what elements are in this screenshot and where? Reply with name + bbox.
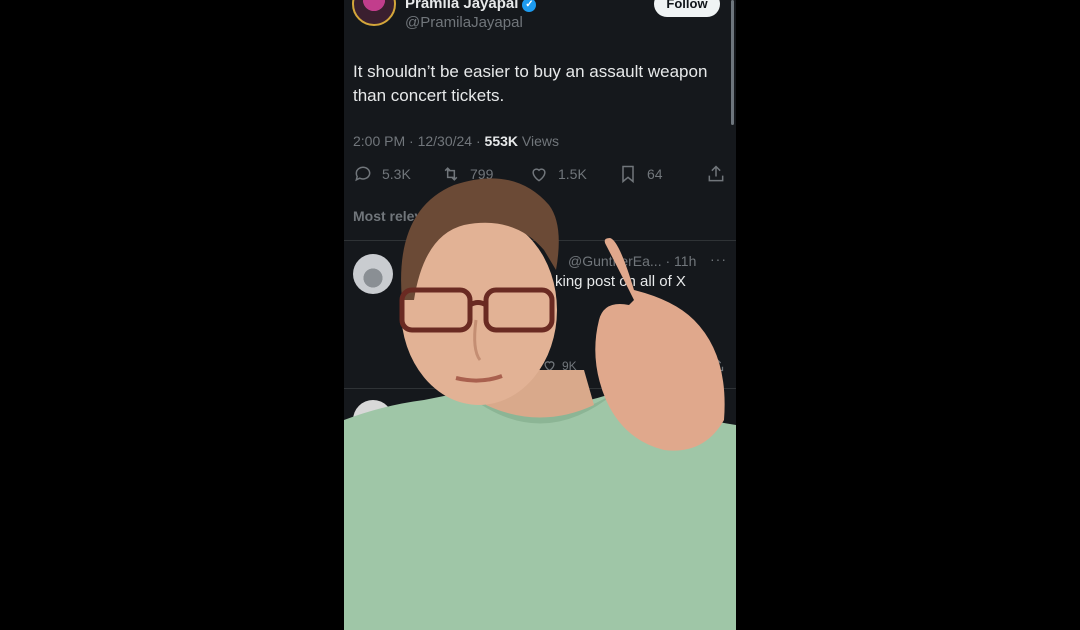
reply-handle[interactable]: WatchChad · 16h bbox=[534, 399, 642, 415]
reply-count: 5.3K bbox=[382, 166, 411, 182]
author-handle[interactable]: @PramilaJayapal bbox=[405, 14, 523, 31]
like-button[interactable]: 1.5K bbox=[529, 164, 587, 184]
bookmark-icon bbox=[622, 165, 634, 184]
repost-count: 799 bbox=[470, 166, 494, 182]
share-icon bbox=[708, 165, 724, 182]
views-label: Views bbox=[518, 133, 559, 149]
bookmark-count: 64 bbox=[647, 166, 663, 182]
reply-button[interactable]: 5.3K bbox=[353, 164, 411, 184]
reply-text: king post on all of X bbox=[555, 273, 686, 290]
reply-avatar[interactable] bbox=[353, 254, 393, 294]
author-name[interactable]: Pramila Jayapal ✓ bbox=[405, 0, 537, 12]
reply-share-button[interactable] bbox=[710, 358, 730, 373]
tweet-text: It shouldn’t be easier to buy an assault… bbox=[353, 62, 708, 105]
share-button[interactable] bbox=[706, 164, 735, 184]
reply-avatar[interactable] bbox=[353, 400, 393, 440]
like-icon bbox=[532, 168, 546, 182]
author-name-text: Pramila Jayapal bbox=[405, 0, 519, 12]
tweet-screen: Pramila Jayapal ✓ @PramilaJayapal Follow … bbox=[344, 0, 736, 630]
tweet-meta: 2:00 PM · 12/30/24 · 553K Views bbox=[353, 133, 559, 149]
share-icon bbox=[711, 358, 724, 372]
like-icon bbox=[544, 361, 555, 372]
divider bbox=[344, 388, 736, 389]
views-count: 553K bbox=[484, 133, 518, 149]
author-avatar[interactable] bbox=[352, 0, 396, 26]
divider bbox=[344, 240, 736, 241]
reply-like-button[interactable]: 9K bbox=[542, 358, 577, 373]
reply-like-count: 9K bbox=[562, 358, 577, 373]
reply-icon bbox=[355, 166, 371, 182]
like-count: 1.5K bbox=[558, 166, 587, 182]
more-icon[interactable]: ··· bbox=[710, 251, 727, 267]
tweet-timestamp: 2:00 PM · 12/30/24 · bbox=[353, 133, 485, 149]
bookmark-button[interactable]: 64 bbox=[618, 164, 663, 184]
follow-button[interactable]: Follow bbox=[654, 0, 720, 17]
tweet-actions: 5.3K 799 1.5K 64 bbox=[344, 164, 736, 188]
repost-icon bbox=[444, 167, 458, 181]
repost-button[interactable]: 799 bbox=[441, 164, 493, 184]
replies-section-label[interactable]: Most relevant replies bbox=[353, 208, 492, 224]
reply-text: gus. bbox=[614, 419, 643, 436]
reply-handle[interactable]: @GuntherEa... · 11h bbox=[568, 253, 696, 269]
scrollbar[interactable] bbox=[731, 0, 734, 125]
verified-icon: ✓ bbox=[522, 0, 537, 12]
